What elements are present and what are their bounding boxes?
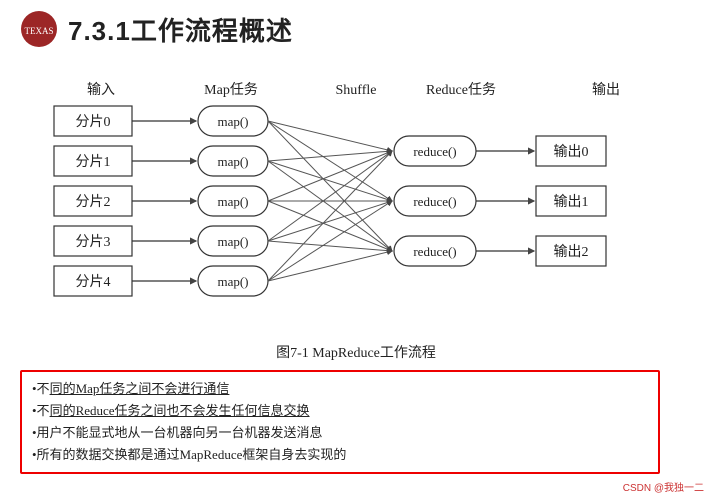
note-3: •用户不能显式地从一台机器向另一台机器发送消息 — [32, 422, 648, 444]
header: TEXAS 7.3.1工作流程概述 — [20, 10, 692, 48]
svg-text:map(): map() — [217, 114, 248, 129]
notes-box: •不同的Map任务之间不会进行通信 •不同的Reduce任务之间也不会发生任何信… — [20, 370, 660, 474]
svg-text:map(): map() — [217, 194, 248, 209]
watermark: CSDN @我独一二 — [623, 479, 704, 494]
page: TEXAS 7.3.1工作流程概述 输入 Map任务 Shuffle Reduc… — [0, 0, 712, 500]
svg-text:Map任务: Map任务 — [204, 82, 258, 98]
svg-text:reduce(): reduce() — [413, 144, 456, 159]
svg-text:Reduce任务: Reduce任务 — [426, 82, 496, 98]
diagram-area: 输入 Map任务 Shuffle Reduce任务 输出 分片0 分片1 分片2 — [20, 58, 692, 362]
diagram-caption: 图7-1 MapReduce工作流程 — [276, 342, 436, 362]
svg-text:map(): map() — [217, 234, 248, 249]
diagram-container: 输入 Map任务 Shuffle Reduce任务 输出 分片0 分片1 分片2 — [46, 58, 666, 338]
svg-text:分片1: 分片1 — [76, 154, 111, 170]
svg-text:分片3: 分片3 — [76, 234, 111, 250]
svg-text:map(): map() — [217, 274, 248, 289]
svg-text:分片2: 分片2 — [76, 194, 111, 210]
svg-text:输出: 输出 — [592, 82, 620, 98]
svg-text:reduce(): reduce() — [413, 244, 456, 259]
svg-text:输入: 输入 — [87, 82, 115, 98]
flow-diagram: 输入 Map任务 Shuffle Reduce任务 输出 分片0 分片1 分片2 — [46, 80, 666, 335]
note-1: •不同的Map任务之间不会进行通信 — [32, 378, 648, 400]
svg-text:TEXAS: TEXAS — [25, 26, 54, 36]
svg-text:Shuffle: Shuffle — [336, 83, 377, 98]
note-2: •不同的Reduce任务之间也不会发生任何信息交换 — [32, 400, 648, 422]
svg-text:reduce(): reduce() — [413, 194, 456, 209]
svg-text:分片4: 分片4 — [76, 274, 111, 290]
svg-text:输出2: 输出2 — [554, 244, 589, 260]
svg-text:输出1: 输出1 — [554, 194, 589, 210]
logo-icon: TEXAS — [20, 10, 58, 48]
svg-text:分片0: 分片0 — [76, 114, 111, 130]
page-title: 7.3.1工作流程概述 — [68, 11, 293, 48]
svg-text:输出0: 输出0 — [554, 144, 589, 160]
svg-text:map(): map() — [217, 154, 248, 169]
note-4: •所有的数据交换都是通过MapReduce框架自身去实现的 — [32, 444, 648, 466]
